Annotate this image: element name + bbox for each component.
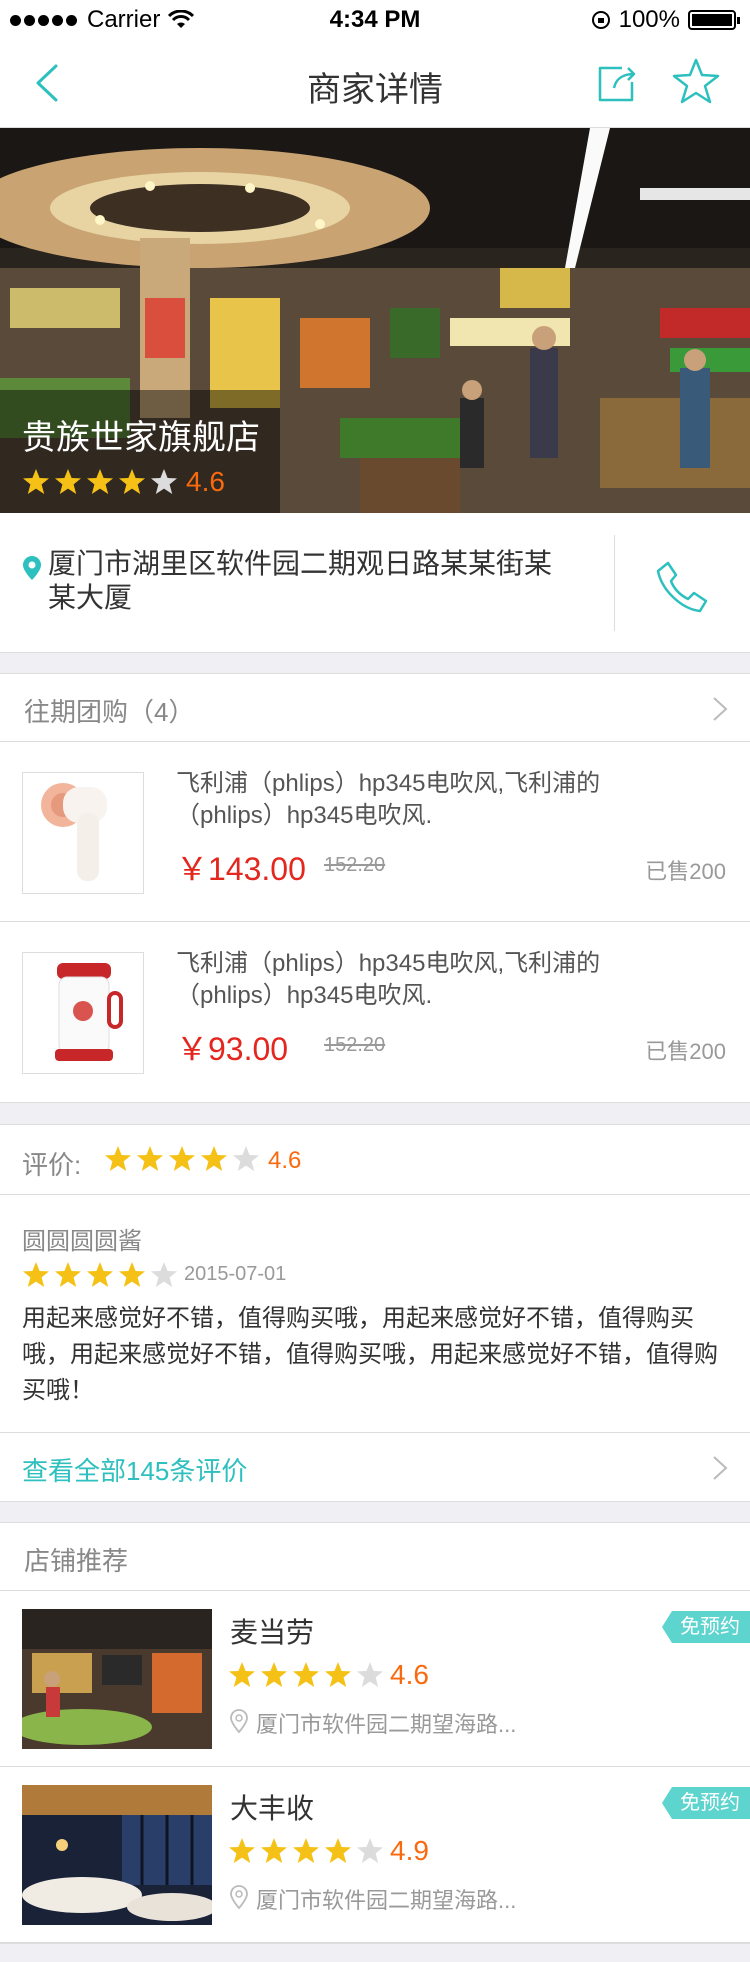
star-icon <box>87 1262 113 1287</box>
review-text: 用起来感觉好不错，值得购买哦，用起来感觉好不错，值得购买哦，用起来感觉好不错，值… <box>22 1305 718 1404</box>
recommend-shop-name: 大丰收 <box>230 1793 315 1824</box>
deal-title: 飞利浦（phlips）hp345电吹风,飞利浦的（phlips）hp345电吹风… <box>176 950 601 1009</box>
star-icon <box>151 1262 177 1287</box>
reviews-score: 4.6 <box>268 1147 302 1174</box>
deal-item[interactable]: 飞利浦（phlips）hp345电吹风,飞利浦的（phlips）hp345电吹风… <box>0 742 750 922</box>
star-icon <box>119 469 145 494</box>
shop-rating: 4.6 <box>22 466 225 498</box>
star-icon <box>55 469 81 494</box>
star-icon <box>325 1662 351 1687</box>
recommend-title: 店铺推荐 <box>24 1546 129 1576</box>
deal-original-price: 152.20 <box>324 1034 386 1056</box>
shop-stars <box>22 468 178 496</box>
shop-address[interactable]: 厦门市湖里区软件园二期观日路某某街某某大厦 <box>48 547 578 615</box>
star-icon <box>87 469 113 494</box>
product-thumbnail-soymilk-maker <box>22 952 144 1074</box>
favorite-star-icon[interactable] <box>670 56 722 108</box>
star-icon <box>357 1662 383 1687</box>
review-date: 2015-07-01 <box>184 1263 287 1285</box>
phone-icon[interactable] <box>652 557 714 617</box>
chevron-right-icon <box>713 697 728 721</box>
chevron-right-icon <box>713 1456 728 1480</box>
star-icon <box>105 1146 131 1171</box>
recommend-section: 店铺推荐 麦当劳 4.6 厦门市软件园二期望海路... 免预约 大丰收 4.9 … <box>0 1522 750 1944</box>
star-icon <box>119 1262 145 1287</box>
battery-icon <box>688 10 740 30</box>
star-icon <box>357 1838 383 1863</box>
star-icon <box>261 1838 287 1863</box>
recommend-location: 厦门市软件园二期望海路... <box>256 1712 517 1737</box>
recommend-score: 4.9 <box>390 1835 429 1866</box>
no-reservation-badge: 免预约 <box>662 1787 750 1819</box>
deal-title: 飞利浦（phlips）hp345电吹风,飞利浦的（phlips）hp345电吹风… <box>176 770 601 829</box>
no-reservation-badge: 免预约 <box>662 1611 750 1643</box>
deal-original-price: 152.20 <box>324 854 386 876</box>
deal-item[interactable]: 飞利浦（phlips）hp345电吹风,飞利浦的（phlips）hp345电吹风… <box>0 922 750 1102</box>
reviews-stars <box>104 1145 260 1173</box>
past-deals-section: 往期团购（4） 飞利浦（phlips）hp345电吹风,飞利浦的（phlips）… <box>0 673 750 1103</box>
reviews-header: 评价: 4.6 <box>0 1125 750 1195</box>
star-icon <box>293 1662 319 1687</box>
recommend-stars <box>228 1661 384 1689</box>
star-icon <box>261 1662 287 1687</box>
rotation-lock-icon <box>591 11 610 29</box>
reviewer-name: 圆圆圆圆酱 <box>22 1228 142 1255</box>
shop-hero-image: 贵族世家旗舰店 4.6 <box>0 128 750 513</box>
star-icon <box>233 1146 259 1171</box>
divider <box>614 535 615 631</box>
location-pin-icon <box>230 1709 248 1733</box>
star-icon <box>23 469 49 494</box>
recommend-score: 4.6 <box>390 1659 429 1690</box>
battery-percent: 100% <box>618 6 680 33</box>
review-item: 圆圆圆圆酱 2015-07-01 用起来感觉好不错，值得购买哦，用起来感觉好不错… <box>0 1195 750 1433</box>
review-stars <box>22 1261 178 1289</box>
star-icon <box>229 1838 255 1863</box>
reviews-section: 评价: 4.6 圆圆圆圆酱 2015-07-01 用起来感觉好不错，值得购买哦，… <box>0 1124 750 1502</box>
reviews-label: 评价: <box>22 1150 82 1180</box>
recommend-item[interactable]: 大丰收 4.9 厦门市软件园二期望海路... 免预约 <box>0 1767 750 1943</box>
recommend-stars <box>228 1837 384 1865</box>
see-all-reviews-label: 查看全部145条评价 <box>22 1456 248 1486</box>
see-all-reviews-link[interactable]: 查看全部145条评价 <box>0 1433 750 1501</box>
recommend-header: 店铺推荐 <box>0 1523 750 1591</box>
shop-thumbnail-market <box>22 1609 212 1749</box>
nav-bar: 商家详情 <box>0 40 750 128</box>
address-section: 厦门市湖里区软件园二期观日路某某街某某大厦 <box>0 513 750 653</box>
past-deals-header[interactable]: 往期团购（4） <box>0 674 750 742</box>
past-deals-title: 往期团购（4） <box>24 697 195 727</box>
recommend-location: 厦门市软件园二期望海路... <box>256 1888 517 1913</box>
star-icon <box>229 1662 255 1687</box>
star-icon <box>325 1838 351 1863</box>
status-bar: Carrier 4:34 PM 100% <box>0 0 750 40</box>
product-thumbnail-hairdryer <box>22 772 144 894</box>
star-icon <box>55 1262 81 1287</box>
star-icon <box>293 1838 319 1863</box>
deal-sold-count: 已售200 <box>645 859 726 884</box>
star-icon <box>137 1146 163 1171</box>
shop-thumbnail-restaurant <box>22 1785 212 1925</box>
location-pin-icon <box>230 1885 248 1909</box>
shop-name: 贵族世家旗舰店 <box>22 419 260 457</box>
deal-price: ￥93.00 <box>176 1031 289 1067</box>
deal-sold-count: 已售200 <box>645 1039 726 1064</box>
recommend-shop-name: 麦当劳 <box>230 1617 315 1648</box>
share-icon[interactable] <box>592 58 642 108</box>
location-pin-icon <box>23 556 41 580</box>
star-icon <box>23 1262 49 1287</box>
shop-rating-score: 4.6 <box>186 466 225 497</box>
star-icon <box>169 1146 195 1171</box>
recommend-item[interactable]: 麦当劳 4.6 厦门市软件园二期望海路... 免预约 <box>0 1591 750 1767</box>
star-icon <box>151 469 177 494</box>
deal-price: ￥143.00 <box>176 851 306 887</box>
star-icon <box>201 1146 227 1171</box>
